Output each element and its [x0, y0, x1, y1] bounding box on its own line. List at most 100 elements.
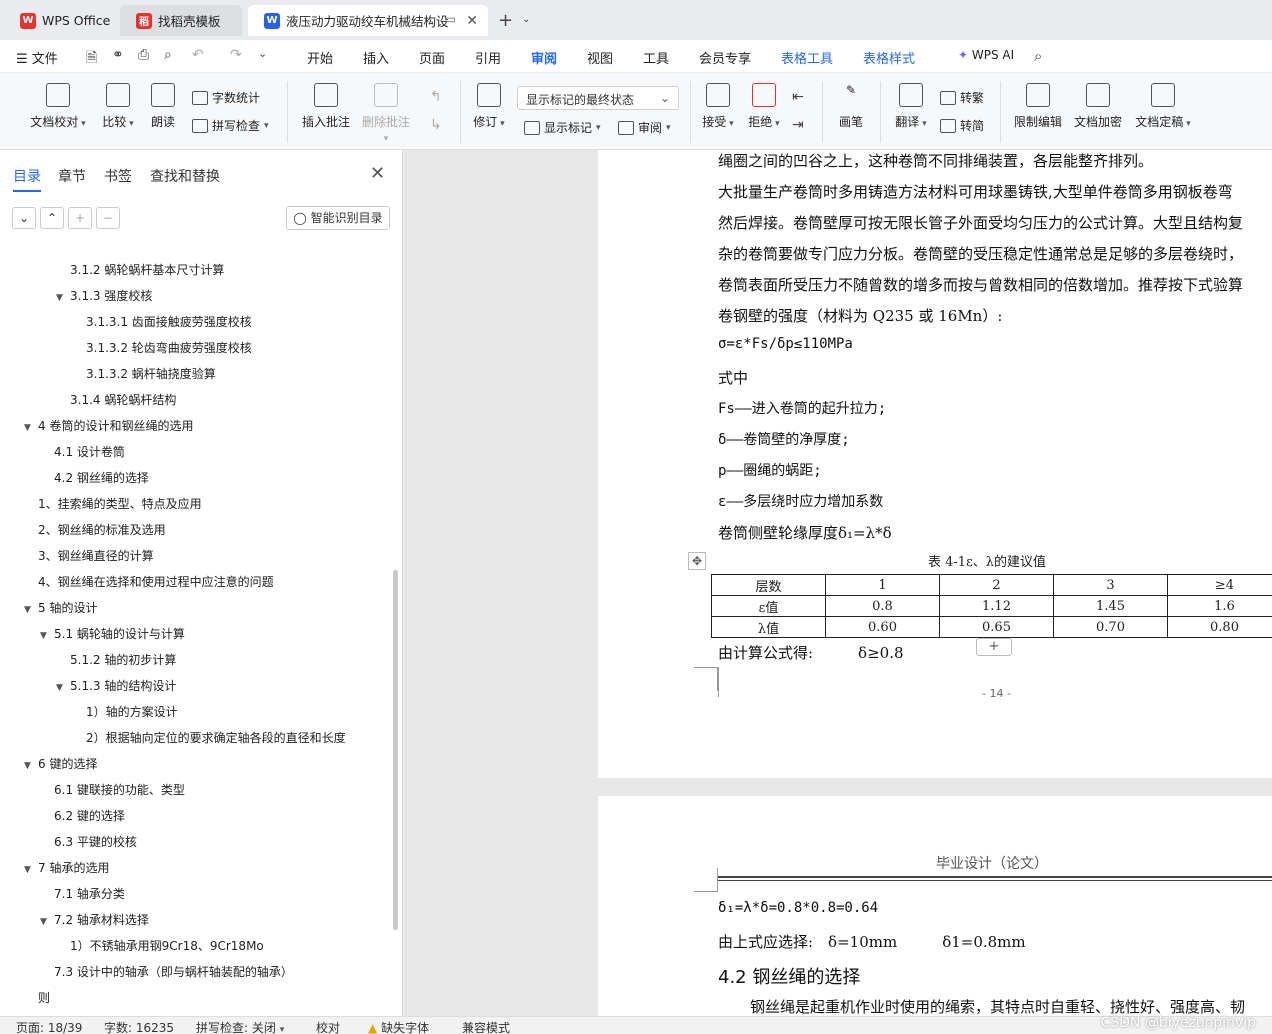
- table-cell[interactable]: 0.65: [939, 616, 1054, 638]
- new-tab-icon[interactable]: +: [498, 10, 513, 31]
- table-cell[interactable]: 1: [825, 574, 940, 596]
- toc-item[interactable]: ▼ 7.2 轴承材料选择: [40, 911, 149, 931]
- table-cell[interactable]: ≥4: [1167, 574, 1272, 596]
- remove-heading-button[interactable]: −: [96, 207, 120, 229]
- screen-icon[interactable]: ▭: [445, 12, 456, 26]
- reject-button[interactable]: 拒绝 ▾: [746, 83, 782, 130]
- toc-item[interactable]: 6.3 平键的校核: [54, 833, 137, 853]
- undo-icon[interactable]: ↶: [192, 47, 204, 63]
- collapse-triangle-icon[interactable]: ▼: [24, 865, 38, 875]
- toc-item[interactable]: 3、钢丝绳直径的计算: [38, 547, 154, 567]
- menu-start[interactable]: 开始: [307, 48, 333, 67]
- table-cell[interactable]: 0.70: [1053, 616, 1168, 638]
- menu-view[interactable]: 视图: [587, 48, 613, 67]
- table-cell[interactable]: 层数: [711, 574, 826, 596]
- toc-item[interactable]: 4.2 钢丝绳的选择: [54, 469, 149, 489]
- collapse-triangle-icon[interactable]: ▼: [56, 683, 70, 693]
- close-tab-icon[interactable]: ✕: [466, 13, 478, 29]
- toc-item[interactable]: 3.1.2 蜗轮蜗杆基本尺寸计算: [70, 261, 224, 281]
- doc-check-button[interactable]: 文档校对 ▾: [28, 83, 88, 130]
- link-icon[interactable]: ⚭: [112, 47, 124, 63]
- smart-toc-button[interactable]: ◯ 智能识别目录: [286, 206, 390, 230]
- table-cell[interactable]: λ值: [711, 616, 826, 638]
- wps-ai-button[interactable]: ✦ WPS AI: [958, 48, 1014, 62]
- add-heading-button[interactable]: +: [68, 207, 92, 229]
- expand-down-button[interactable]: ⌄: [12, 207, 36, 229]
- table-cell[interactable]: 2: [939, 574, 1054, 596]
- table-cell[interactable]: 0.60: [825, 616, 940, 638]
- save-icon[interactable]: 🗎: [86, 47, 97, 71]
- review-button[interactable]: 审阅 ▾: [618, 119, 671, 136]
- tab-bookmarks[interactable]: 书签: [104, 166, 132, 186]
- missing-font-indicator[interactable]: ▲ 缺失字体: [368, 1019, 429, 1034]
- tab-template[interactable]: 稻 找稻壳模板: [120, 5, 242, 36]
- spell-check-button[interactable]: 拼写检查 ▾: [192, 117, 269, 134]
- collapse-triangle-icon[interactable]: ▼: [24, 605, 38, 615]
- menu-member[interactable]: 会员专享: [699, 48, 751, 67]
- toc-item[interactable]: ▼ 5.1 蜗轮轴的设计与计算: [40, 625, 185, 645]
- toc-item[interactable]: 则: [38, 989, 50, 1007]
- document-page[interactable]: 毕业设计（论文） δ₁=λ*δ=0.8*0.8=0.64 由上式应选择: δ=1…: [598, 796, 1272, 1016]
- prev-comment-icon[interactable]: ↰: [430, 89, 442, 105]
- toc-item[interactable]: 1）轴的方案设计: [86, 703, 178, 723]
- search-icon[interactable]: ⌕: [1034, 47, 1042, 65]
- collapse-triangle-icon[interactable]: ▼: [40, 631, 54, 641]
- table-cell[interactable]: 0.80: [1167, 616, 1272, 638]
- toc-item[interactable]: ▼ 3.1.3 强度校核: [56, 287, 152, 307]
- file-menu[interactable]: ☰ 文件: [16, 48, 58, 67]
- toc-item[interactable]: 4.1 设计卷筒: [54, 443, 125, 463]
- toc-scrollbar[interactable]: [393, 570, 398, 930]
- restrict-edit-button[interactable]: 限制编辑: [1012, 83, 1064, 130]
- prev-revision-icon[interactable]: ⇤: [792, 89, 804, 105]
- tab-wps-office[interactable]: W WPS Office: [4, 5, 114, 36]
- table-cell[interactable]: 1.45: [1053, 595, 1168, 617]
- toc-item[interactable]: 6.2 键的选择: [54, 807, 125, 827]
- print-preview-icon[interactable]: ⌕: [164, 47, 172, 63]
- next-revision-icon[interactable]: ⇥: [792, 117, 804, 133]
- encrypt-button[interactable]: 文档加密: [1072, 83, 1124, 130]
- tab-document[interactable]: W 液压动力驱动绞车机械结构设 ▭ ✕: [248, 5, 488, 36]
- toc-item[interactable]: ▼ 6 键的选择: [24, 755, 97, 775]
- table-cell[interactable]: 3: [1053, 574, 1168, 596]
- toc-item[interactable]: 4、钢丝绳在选择和使用过程中应注意的问题: [38, 573, 274, 593]
- toc-item[interactable]: 3.1.3.2 轮齿弯曲疲劳强度校核: [86, 339, 252, 359]
- tab-find-replace[interactable]: 查找和替换: [150, 166, 220, 186]
- insert-comment-button[interactable]: 插入批注: [300, 83, 352, 130]
- menu-insert[interactable]: 插入: [363, 48, 389, 67]
- menu-table-tools[interactable]: 表格工具: [781, 48, 833, 67]
- compare-button[interactable]: 比较 ▾: [98, 83, 138, 130]
- to-simplified-button[interactable]: 转简: [940, 117, 984, 134]
- toc-item[interactable]: 3.1.4 蜗轮蜗杆结构: [70, 391, 176, 411]
- toc-item[interactable]: ▼ 4 卷筒的设计和钢丝绳的选用: [24, 417, 193, 437]
- toc-item[interactable]: ▼ 5 轴的设计: [24, 599, 97, 619]
- toc-item[interactable]: ▼ 5.1.3 轴的结构设计: [56, 677, 176, 697]
- table-cell[interactable]: 1.12: [939, 595, 1054, 617]
- pen-button[interactable]: ✎ 画笔: [834, 83, 868, 130]
- toc-item[interactable]: 3.1.3.1 齿面接触疲劳强度校核: [86, 313, 252, 333]
- chevron-down-icon[interactable]: ⌄: [522, 14, 530, 25]
- toc-item[interactable]: ▼ 7 轴承的选用: [24, 859, 109, 879]
- menu-tools[interactable]: 工具: [643, 48, 669, 67]
- toc-item[interactable]: 2、钢丝绳的标准及选用: [38, 521, 166, 541]
- close-pane-icon[interactable]: ✕: [370, 163, 385, 184]
- table-cell[interactable]: ε值: [711, 595, 826, 617]
- table-cell[interactable]: 1.6: [1167, 595, 1272, 617]
- translate-button[interactable]: 翻译 ▾: [892, 83, 930, 130]
- redo-icon[interactable]: ↷: [230, 47, 242, 63]
- document-page[interactable]: 绳圈之间的凹谷之上，这种卷筒不同排绳装置，各层能整齐排列。 大批量生产卷筒时多用铸…: [598, 150, 1272, 778]
- word-count-button[interactable]: 字数统计: [192, 89, 260, 106]
- spell-check-indicator[interactable]: 拼写检查: 关闭 ▾: [196, 1019, 284, 1034]
- collapse-up-button[interactable]: ⌃: [40, 207, 64, 229]
- collapse-triangle-icon[interactable]: ▼: [24, 423, 38, 433]
- word-count-indicator[interactable]: 字数: 16235: [104, 1019, 174, 1034]
- tab-chapters[interactable]: 章节: [58, 166, 86, 186]
- print-icon[interactable]: ⎙: [138, 47, 149, 63]
- quick-access-more-icon[interactable]: ⌄: [258, 47, 267, 60]
- menu-review[interactable]: 审阅: [531, 48, 558, 74]
- collapse-triangle-icon[interactable]: ▼: [40, 917, 54, 927]
- show-marks-button[interactable]: 显示标记 ▾: [524, 119, 601, 136]
- tab-toc[interactable]: 目录: [13, 166, 41, 192]
- page-indicator[interactable]: 页面: 18/39: [16, 1019, 82, 1034]
- toc-item[interactable]: 1）不锈轴承用钢9Cr18、9Cr18Mo: [70, 937, 264, 957]
- read-aloud-button[interactable]: 朗读: [146, 83, 180, 130]
